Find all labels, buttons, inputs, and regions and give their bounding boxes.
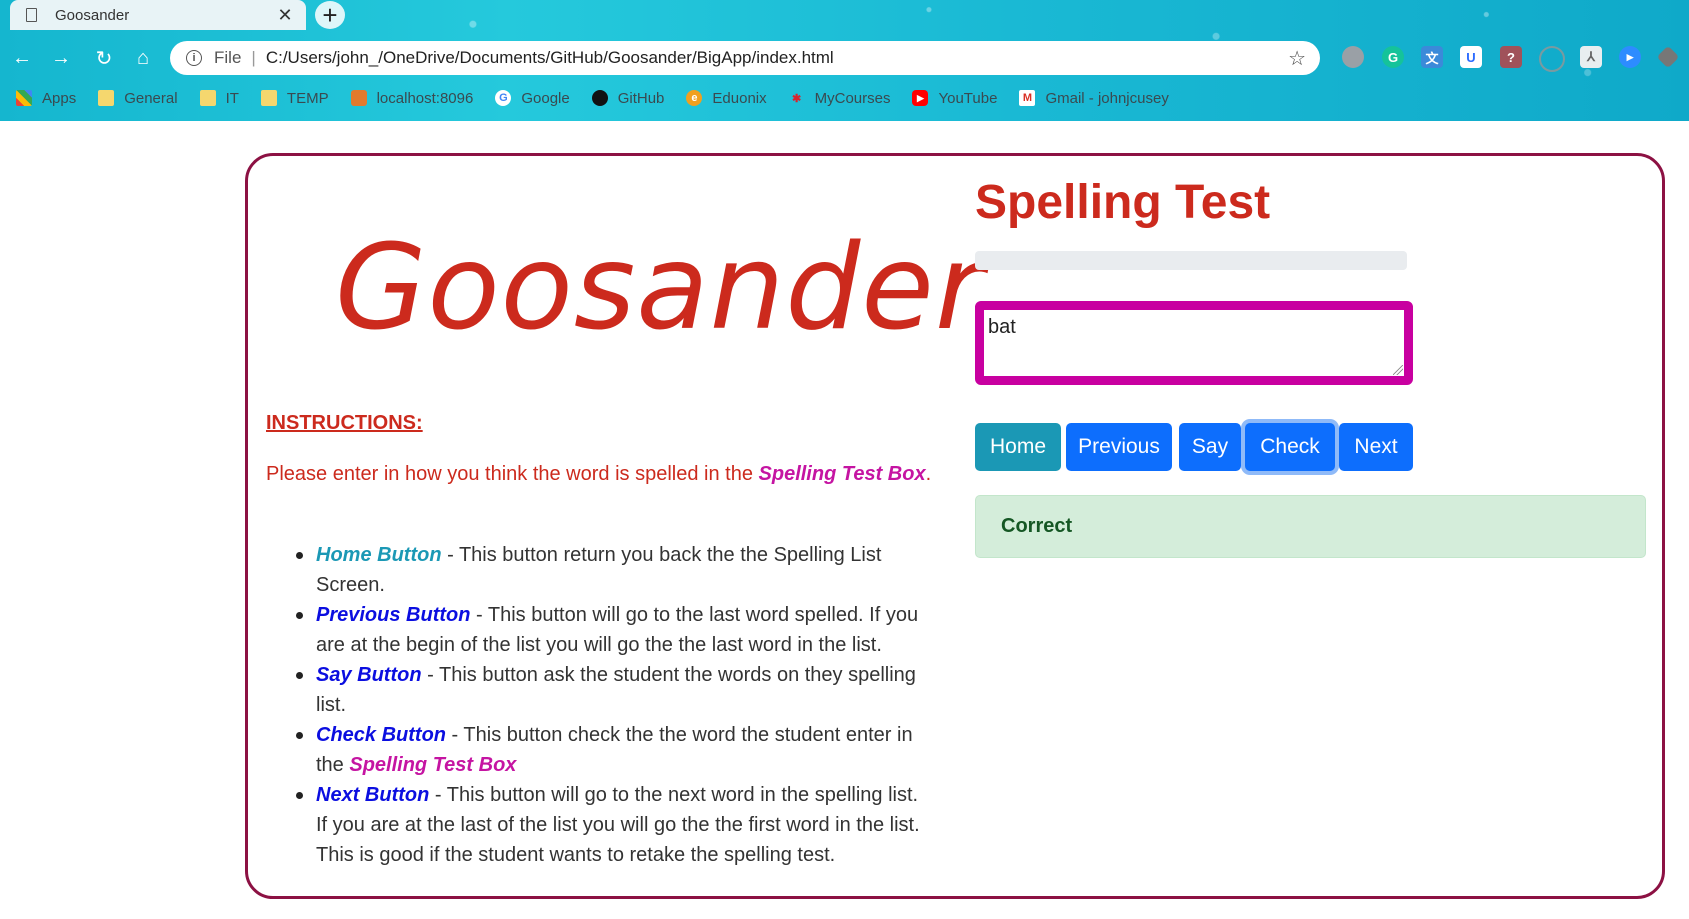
bookmarks-bar: Apps General IT TEMP localhost:8096 G Go… xyxy=(0,82,1689,114)
bookmark-label: YouTube xyxy=(938,89,998,107)
tab-title: Goosander xyxy=(55,6,130,24)
close-tab-icon[interactable]: ✕ xyxy=(274,5,296,26)
localhost-icon xyxy=(350,90,367,106)
help-item-title: Next Button xyxy=(316,784,430,806)
bookmark-gmail[interactable]: M Gmail - johnjcusey xyxy=(1019,89,1169,107)
translate-icon[interactable]: 文 xyxy=(1421,46,1443,68)
help-item-title: Say Button xyxy=(316,664,422,686)
help-item-title: Home Button xyxy=(316,544,442,566)
extension-ring-icon[interactable] xyxy=(1539,46,1565,72)
check-button[interactable]: Check xyxy=(1245,423,1335,471)
folder-icon xyxy=(98,90,115,106)
info-icon[interactable]: i xyxy=(186,50,202,66)
bookmark-star-icon[interactable]: ☆ xyxy=(1288,46,1306,71)
help-item-check: Check Button - This button check the the… xyxy=(296,720,934,780)
github-icon xyxy=(591,90,608,106)
mycourses-icon: ✱ xyxy=(792,92,802,105)
apps-grid-icon xyxy=(16,90,32,106)
help-item-highlight: Spelling Test Box xyxy=(349,754,517,776)
gmail-icon: M xyxy=(1019,90,1036,106)
bookmark-eduonix[interactable]: e Eduonix xyxy=(686,89,767,107)
bookmark-temp[interactable]: TEMP xyxy=(260,89,329,107)
divider: | xyxy=(251,48,256,67)
app-logo: Goosander xyxy=(335,218,985,356)
google-icon: G xyxy=(495,90,512,106)
folder-icon xyxy=(199,90,216,106)
address-bar[interactable]: i File | C:/Users/john_/OneDrive/Documen… xyxy=(170,41,1320,75)
progress-bar xyxy=(975,251,1407,270)
forward-icon[interactable]: → xyxy=(47,44,75,72)
intro-text: Please enter in how you think the word i… xyxy=(266,463,759,485)
zoom-icon[interactable]: ▸ xyxy=(1619,46,1641,68)
help-item-next: Next Button - This button will go to the… xyxy=(296,780,934,870)
youtube-icon: ▶ xyxy=(912,90,929,106)
file-label: File xyxy=(214,48,242,67)
grammarly-icon[interactable]: G xyxy=(1382,46,1404,68)
bookmark-label: Gmail - johnjcusey xyxy=(1045,89,1169,107)
bookmark-label: Google xyxy=(521,89,570,107)
folder-icon xyxy=(260,90,277,106)
extension-shield-icon[interactable] xyxy=(1342,46,1364,68)
spelling-test-value: bat xyxy=(988,316,1016,338)
bookmark-label: General xyxy=(124,89,178,107)
help-item-previous: Previous Button - This button will go to… xyxy=(296,600,934,660)
spelling-test-input[interactable]: bat xyxy=(975,301,1413,385)
bookmark-google[interactable]: G Google xyxy=(495,89,570,107)
instructions-heading: INSTRUCTIONS: xyxy=(266,412,423,434)
document-icon xyxy=(26,8,37,22)
bookmark-label: MyCourses xyxy=(814,89,891,107)
bookmark-github[interactable]: GitHub xyxy=(591,89,665,107)
intro-suffix: . xyxy=(925,463,932,485)
back-icon[interactable]: ← xyxy=(8,44,36,72)
bookmark-label: TEMP xyxy=(286,89,329,107)
bookmark-label: GitHub xyxy=(617,89,665,107)
new-tab-icon[interactable]: + xyxy=(315,0,345,30)
previous-button[interactable]: Previous xyxy=(1066,423,1172,471)
bookmark-general[interactable]: General xyxy=(98,89,178,107)
url-text[interactable]: C:/Users/john_/OneDrive/Documents/GitHub… xyxy=(266,48,1288,68)
home-icon[interactable]: ⌂ xyxy=(129,44,157,72)
page-title: Spelling Test xyxy=(975,176,1271,229)
browser-tab[interactable]: Goosander ✕ xyxy=(10,0,306,30)
bookmark-label: IT xyxy=(225,89,239,107)
help-item-title: Check Button xyxy=(316,724,446,746)
extension-help-icon[interactable]: ? xyxy=(1500,46,1522,68)
bookmark-label: Apps xyxy=(42,89,77,107)
ublock-icon[interactable]: U xyxy=(1460,46,1482,68)
bookmark-label: localhost:8096 xyxy=(376,89,474,107)
bookmark-apps[interactable]: Apps xyxy=(16,90,76,107)
resize-handle-icon[interactable] xyxy=(1393,365,1403,375)
bookmark-label: Eduonix xyxy=(712,89,767,107)
help-item-home: Home Button - This button return you bac… xyxy=(296,540,934,600)
bookmark-it[interactable]: IT xyxy=(199,89,239,107)
home-button[interactable]: Home xyxy=(975,423,1061,471)
result-alert: Correct xyxy=(975,495,1646,558)
bookmark-youtube[interactable]: ▶ YouTube xyxy=(912,90,997,107)
next-button[interactable]: Next xyxy=(1339,423,1413,471)
pdf-icon[interactable]: ⅄ xyxy=(1580,46,1602,68)
bookmark-mycourses[interactable]: ✱ MyCourses xyxy=(789,89,891,107)
instructions-intro: Please enter in how you think the word i… xyxy=(266,463,931,486)
help-item-say: Say Button - This button ask the student… xyxy=(296,660,934,720)
bookmark-localhost[interactable]: localhost:8096 xyxy=(350,89,474,107)
intro-highlight: Spelling Test Box xyxy=(758,463,926,485)
browser-chrome: Goosander ✕ + ← → ↻ ⌂ i File | C:/Users/… xyxy=(0,0,1689,121)
help-list: Home Button - This button return you bac… xyxy=(296,540,934,870)
say-button[interactable]: Say xyxy=(1179,423,1241,471)
help-item-title: Previous Button xyxy=(316,604,471,626)
eduonix-icon: e xyxy=(686,90,703,106)
reload-icon[interactable]: ↻ xyxy=(90,44,118,72)
